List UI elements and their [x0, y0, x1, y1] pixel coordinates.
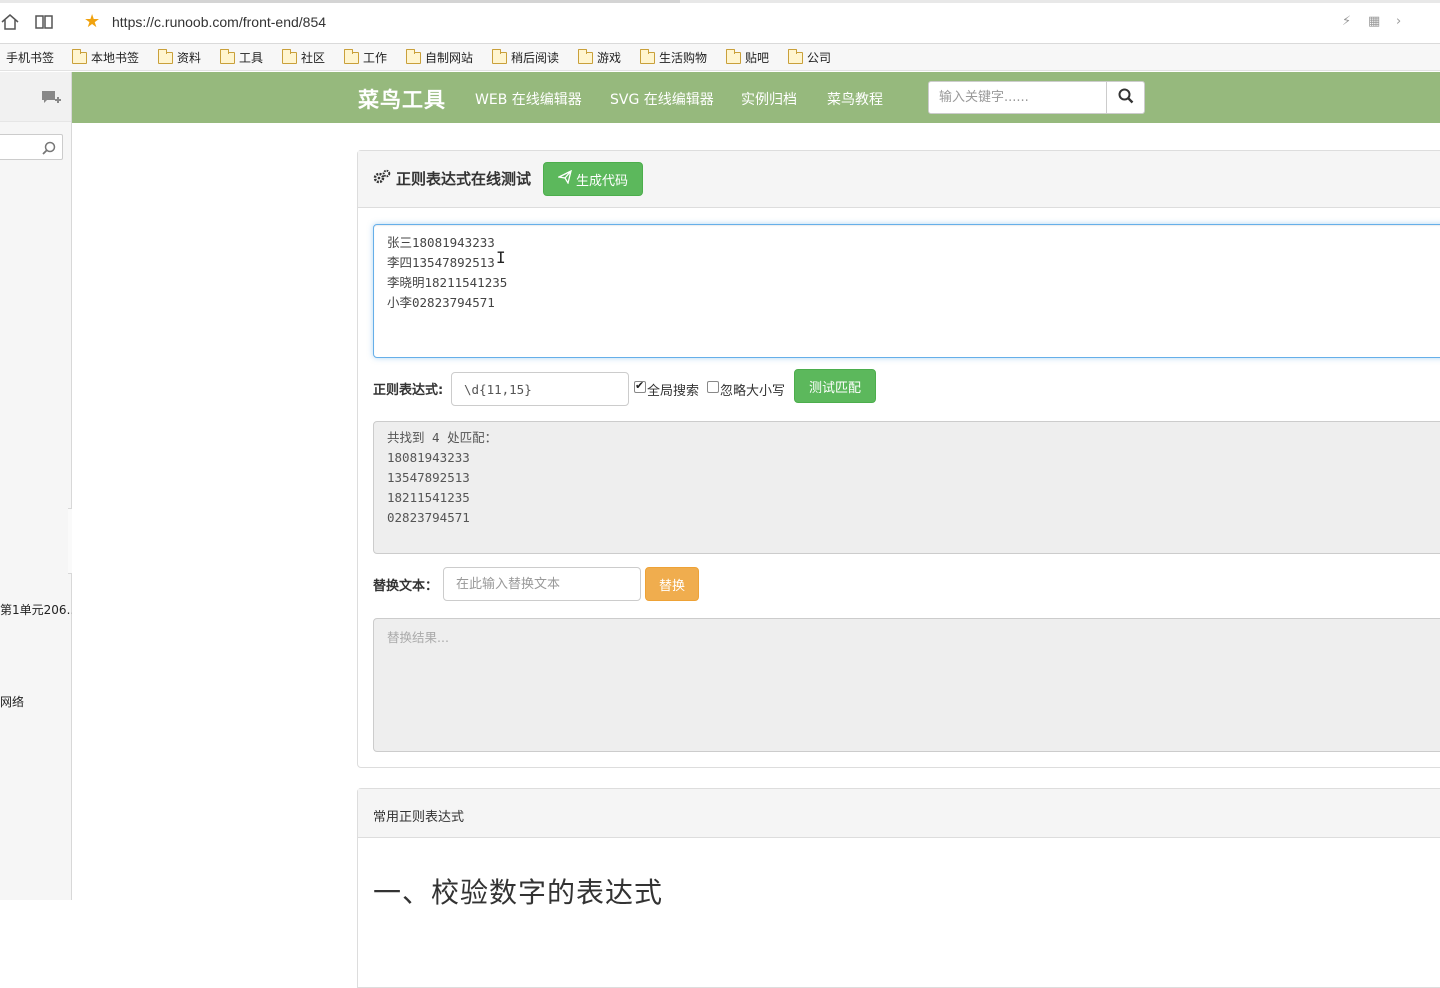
- nav-link-svg-editor[interactable]: SVG 在线编辑器: [610, 89, 714, 109]
- bookmark-label: 资料: [177, 51, 202, 65]
- bookmark-folder[interactable]: 资料: [158, 49, 201, 67]
- replace-label: 替换文本：: [373, 579, 439, 594]
- ignore-case-label: 忽略大小写: [720, 384, 786, 399]
- source-line: 李四13547892513: [387, 255, 495, 270]
- page-content: 菜鸟工具 WEB 在线编辑器 SVG 在线编辑器 实例归档 菜鸟教程 正则表达式…: [72, 72, 1440, 988]
- section-heading: 一、校验数字的表达式: [373, 876, 664, 909]
- send-icon: [556, 169, 572, 188]
- bookmark-folder[interactable]: 游戏: [578, 49, 621, 67]
- qr-code-icon[interactable]: ▦: [1368, 14, 1380, 29]
- source-line: 小李02823794571: [387, 295, 495, 310]
- site-search-input[interactable]: [928, 81, 1108, 114]
- bookmark-folder[interactable]: 生活购物: [640, 49, 707, 67]
- bookmarks-bar: 手机书签 本地书签 资料 工具 社区 工作 自制网站 稍后阅读 游戏 生活购物 …: [0, 44, 1440, 71]
- sidebar-entry[interactable]: 第1单元206…: [0, 601, 79, 618]
- bookmark-mobile[interactable]: 手机书签: [6, 49, 54, 67]
- result-line: 02823794571: [387, 510, 470, 525]
- bookmark-label: 社区: [301, 51, 326, 65]
- bookmark-label: 手机书签: [6, 51, 55, 65]
- folder-icon: [158, 49, 173, 64]
- regex-input[interactable]: [451, 372, 629, 406]
- result-line: 18211541235: [387, 490, 470, 505]
- global-search-label: 全局搜索: [647, 384, 700, 399]
- panel-heading: 正则表达式在线测试 生成代码: [358, 151, 1440, 208]
- result-line: 18081943233: [387, 450, 470, 465]
- nav-link-tutorial[interactable]: 菜鸟教程: [827, 89, 883, 109]
- folder-icon: [344, 49, 359, 64]
- folder-icon: [220, 49, 235, 64]
- nav-link-examples[interactable]: 实例归档: [741, 89, 797, 109]
- bookmark-folder[interactable]: 工作: [344, 49, 387, 67]
- gears-icon: [373, 169, 391, 189]
- bookmark-label: 贴吧: [745, 51, 770, 65]
- search-icon: [1118, 88, 1134, 108]
- new-chat-icon[interactable]: [40, 88, 64, 108]
- panel-heading: 常用正则表达式: [358, 789, 1440, 838]
- bookmark-label: 公司: [807, 51, 832, 65]
- bookmark-folder[interactable]: 稍后阅读: [492, 49, 559, 67]
- folder-icon: [492, 49, 507, 64]
- source-text-input[interactable]: 张三18081943233 李四13547892513 李晓明182115412…: [373, 224, 1440, 358]
- source-line: 李晓明18211541235: [387, 275, 508, 290]
- folder-icon: [788, 49, 803, 64]
- bookmark-label: 自制网站: [425, 51, 474, 65]
- text-cursor-icon: I: [496, 248, 506, 267]
- bookmark-label: 稍后阅读: [511, 51, 560, 65]
- nav-link-web-editor[interactable]: WEB 在线编辑器: [475, 89, 582, 109]
- ignore-case-checkbox[interactable]: [707, 381, 719, 393]
- regex-tester-panel: 正则表达式在线测试 生成代码 张三18081943233 李四135478925…: [357, 150, 1440, 768]
- generate-code-label: 生成代码: [575, 173, 628, 189]
- folder-icon: [726, 49, 741, 64]
- global-search-checkbox[interactable]: [634, 379, 646, 393]
- generate-code-button[interactable]: 生成代码: [543, 162, 643, 196]
- left-sidebar: 第1单元206… 网络: [0, 72, 79, 900]
- bookmark-folder[interactable]: 贴吧: [726, 49, 769, 67]
- bookmark-label: 生活购物: [659, 51, 708, 65]
- test-match-button[interactable]: 测试匹配: [794, 369, 876, 403]
- bookmark-folder[interactable]: 社区: [282, 49, 325, 67]
- result-line: 13547892513: [387, 470, 470, 485]
- common-regex-panel: 常用正则表达式 一、校验数字的表达式: [357, 788, 1440, 988]
- browser-address-bar: ★ https://c.runoob.com/front-end/854 ⚡ ▦…: [0, 0, 1440, 44]
- page-load-progress: [0, 0, 1440, 3]
- flash-icon[interactable]: ⚡: [1342, 14, 1351, 29]
- site-search-button[interactable]: [1106, 81, 1145, 114]
- bookmark-folder[interactable]: 公司: [788, 49, 831, 67]
- site-logo[interactable]: 菜鸟工具: [358, 84, 446, 114]
- panel-title: 正则表达式在线测试: [396, 170, 532, 188]
- folder-icon: [640, 49, 655, 64]
- source-line: 张三18081943233: [387, 235, 495, 250]
- sidebar-search-input[interactable]: [0, 134, 63, 160]
- bookmark-folder[interactable]: 本地书签: [72, 49, 139, 67]
- bookmark-label: 工作: [363, 51, 388, 65]
- result-line: 共找到 4 处匹配：: [387, 430, 498, 445]
- sidebar-entry[interactable]: 网络: [0, 693, 24, 710]
- folder-icon: [282, 49, 297, 64]
- bookmark-label: 工具: [239, 51, 264, 65]
- chevron-right-icon[interactable]: ›: [1396, 14, 1401, 29]
- bookmark-label: 游戏: [597, 51, 622, 65]
- replace-text-input[interactable]: [443, 567, 641, 601]
- common-regex-title: 常用正则表达式: [373, 810, 465, 825]
- bookmark-label: 本地书签: [91, 51, 140, 65]
- home-icon[interactable]: [0, 12, 20, 32]
- folder-icon: [406, 49, 421, 64]
- folder-icon: [72, 49, 87, 64]
- replace-button[interactable]: 替换: [645, 567, 699, 601]
- bookmark-star-icon[interactable]: ★: [84, 12, 100, 32]
- url-field[interactable]: https://c.runoob.com/front-end/854: [112, 14, 326, 30]
- sidebar-header: [0, 72, 71, 122]
- bookmark-folder[interactable]: 自制网站: [406, 49, 473, 67]
- top-navbar: 菜鸟工具 WEB 在线编辑器 SVG 在线编辑器 实例归档 菜鸟教程: [72, 72, 1440, 123]
- reading-mode-icon[interactable]: [34, 12, 54, 32]
- folder-icon: [578, 49, 593, 64]
- replace-result-output[interactable]: 替换结果...: [373, 618, 1440, 752]
- search-icon[interactable]: [42, 140, 56, 159]
- match-result-output: 共找到 4 处匹配： 18081943233 13547892513 18211…: [373, 421, 1440, 554]
- bookmark-folder[interactable]: 工具: [220, 49, 263, 67]
- regex-label: 正则表达式:: [373, 383, 444, 398]
